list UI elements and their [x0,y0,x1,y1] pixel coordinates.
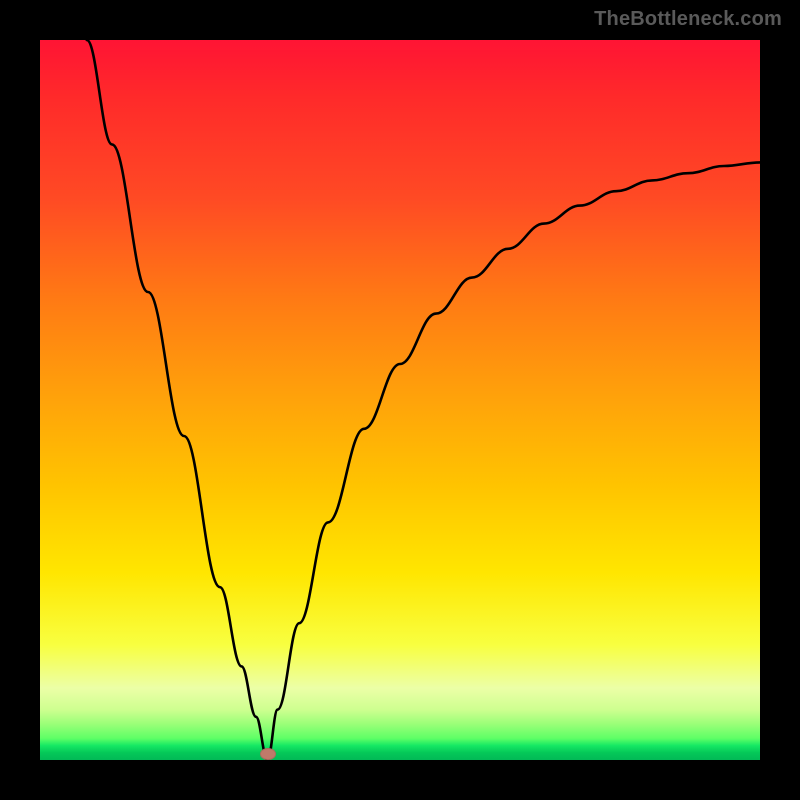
watermark-text: TheBottleneck.com [594,8,782,31]
bottleneck-curve [40,40,760,760]
plot-area [40,40,760,760]
chart-stage: TheBottleneck.com [0,0,800,800]
optimal-marker [260,748,276,760]
curve-path [87,40,760,760]
